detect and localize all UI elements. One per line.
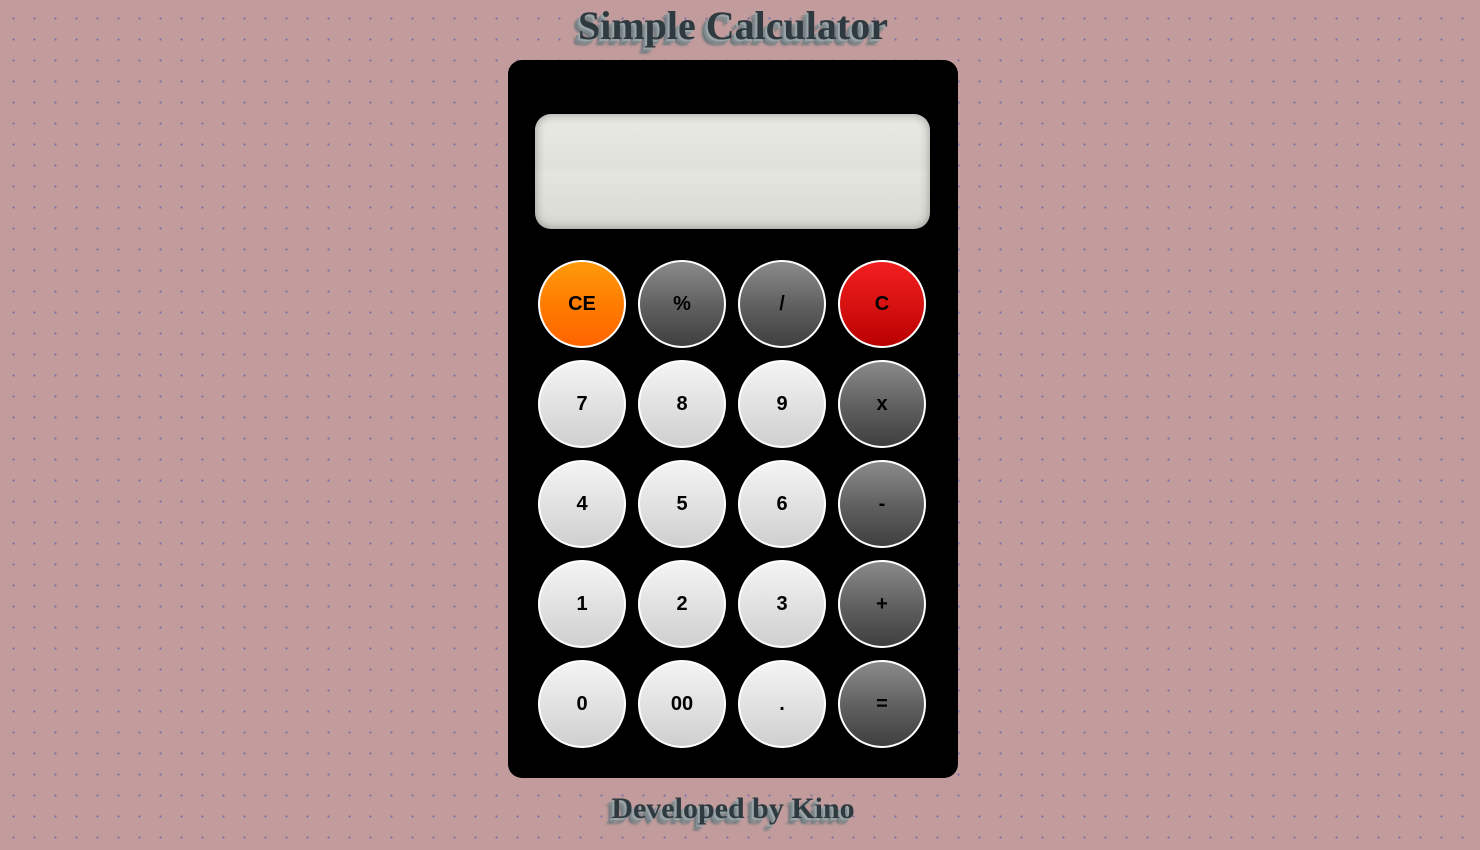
equals-button[interactable]: = (838, 660, 926, 748)
digit-1-button[interactable]: 1 (538, 560, 626, 648)
calculator-display[interactable] (535, 114, 930, 229)
digit-9-button[interactable]: 9 (738, 360, 826, 448)
divide-button[interactable]: / (738, 260, 826, 348)
percent-button[interactable]: % (638, 260, 726, 348)
digit-5-button[interactable]: 5 (638, 460, 726, 548)
add-button[interactable]: + (838, 560, 926, 648)
digit-3-button[interactable]: 3 (738, 560, 826, 648)
subtract-button[interactable]: - (838, 460, 926, 548)
page-title: Simple Calculator (578, 3, 888, 48)
digit-7-button[interactable]: 7 (538, 360, 626, 448)
digit-6-button[interactable]: 6 (738, 460, 826, 548)
digit-4-button[interactable]: 4 (538, 460, 626, 548)
keypad: CE % / C 7 8 9 x 4 5 6 - 1 2 3 + 0 00 . … (538, 260, 928, 748)
clear-entry-button[interactable]: CE (538, 260, 626, 348)
digit-2-button[interactable]: 2 (638, 560, 726, 648)
calculator-body: CE % / C 7 8 9 x 4 5 6 - 1 2 3 + 0 00 . … (508, 60, 958, 778)
digit-0-button[interactable]: 0 (538, 660, 626, 748)
double-zero-button[interactable]: 00 (638, 660, 726, 748)
clear-button[interactable]: C (838, 260, 926, 348)
footer-credit: Developed by Kino (611, 792, 855, 825)
decimal-point-button[interactable]: . (738, 660, 826, 748)
digit-8-button[interactable]: 8 (638, 360, 726, 448)
multiply-button[interactable]: x (838, 360, 926, 448)
